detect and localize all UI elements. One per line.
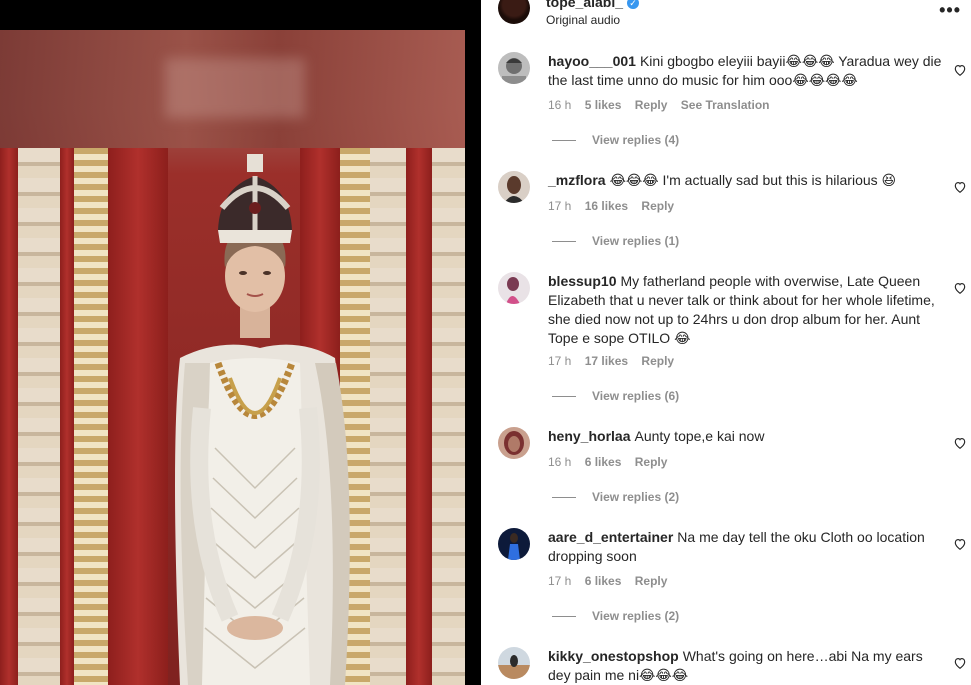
commenter-avatar[interactable] (498, 528, 530, 560)
like-heart-icon[interactable] (953, 656, 967, 670)
view-replies-button[interactable]: View replies (2) (552, 609, 679, 623)
wall-panel (0, 148, 18, 685)
replies-line (552, 616, 576, 618)
commenter-username[interactable]: _mzflora (548, 172, 606, 188)
avatar-image (498, 528, 530, 560)
original-audio-link[interactable]: Original audio (546, 13, 620, 27)
like-heart-icon[interactable] (953, 436, 967, 450)
comment-text-block: aare_d_entertainer Na me day tell the oku… (548, 528, 943, 566)
replies-line (552, 241, 576, 243)
pillar (74, 148, 108, 685)
wall-panel (60, 148, 74, 685)
comment-meta: 17 h 16 likes Reply (548, 199, 684, 213)
comment-time: 17 h (548, 199, 572, 213)
like-heart-icon[interactable] (953, 281, 967, 295)
comment-likes[interactable]: 17 likes (585, 354, 628, 368)
commenter-avatar[interactable] (498, 171, 530, 203)
author-username[interactable]: tope_alabi_ ✓ (546, 0, 640, 10)
comment-text-block: _mzflora 😂😂😂 I'm actually sad but this is… (548, 171, 943, 190)
pillar (18, 148, 60, 685)
avatar-image (498, 52, 530, 84)
comment-likes[interactable]: 5 likes (585, 98, 622, 112)
view-replies-label[interactable]: View replies (2) (592, 609, 679, 623)
commenter-avatar[interactable] (498, 272, 530, 304)
replies-line (552, 497, 576, 499)
reply-button[interactable]: Reply (641, 199, 674, 213)
post-media[interactable] (0, 0, 481, 685)
like-heart-icon[interactable] (953, 537, 967, 551)
comment-time: 16 h (548, 455, 572, 469)
comment-text-block: kikky_onestopshop What's going on here…ab… (548, 647, 943, 685)
reply-button[interactable]: Reply (635, 574, 668, 588)
view-replies-button[interactable]: View replies (2) (552, 490, 679, 504)
view-replies-label[interactable]: View replies (4) (592, 133, 679, 147)
avatar-image (498, 647, 530, 679)
comment-text: 😂😂😂 I'm actually sad but this is hilario… (609, 172, 897, 188)
comment-likes[interactable]: 6 likes (585, 574, 622, 588)
comment-time: 16 h (548, 98, 572, 112)
wall-panel (406, 148, 432, 685)
reply-button[interactable]: Reply (635, 98, 668, 112)
more-options-icon[interactable]: ••• (939, 0, 961, 21)
author-username-text[interactable]: tope_alabi_ (546, 0, 623, 10)
comment-text-block: heny_horlaa Aunty tope,e kai now (548, 427, 943, 446)
reply-button[interactable]: Reply (641, 354, 674, 368)
comment-time: 17 h (548, 354, 572, 368)
commenter-username[interactable]: heny_horlaa (548, 428, 630, 444)
post-header: tope_alabi_ ✓ Original audio ••• (481, 0, 971, 34)
author-avatar[interactable] (498, 0, 530, 24)
portrait-figure (175, 154, 350, 685)
comment-text: Aunty tope,e kai now (634, 428, 765, 444)
avatar-image (498, 171, 530, 203)
avatar-image (498, 272, 530, 304)
replies-line (552, 396, 576, 398)
comment-meta: 16 h 6 likes Reply (548, 455, 677, 469)
pillar (370, 148, 406, 685)
commenter-avatar[interactable] (498, 647, 530, 679)
comment-likes[interactable]: 16 likes (585, 199, 628, 213)
view-replies-label[interactable]: View replies (2) (592, 490, 679, 504)
view-replies-button[interactable]: View replies (6) (552, 389, 679, 403)
commenter-username[interactable]: kikky_onestopshop (548, 648, 679, 664)
replies-line (552, 140, 576, 142)
comments-panel[interactable]: tope_alabi_ ✓ Original audio ••• hayoo___… (481, 0, 971, 685)
comment-text-block: blessup10 My fatherland people with overw… (548, 272, 943, 348)
commenter-username[interactable]: aare_d_entertainer (548, 529, 673, 545)
comment-meta: 17 h 17 likes Reply (548, 354, 684, 368)
comment-meta: 17 h 6 likes Reply (548, 574, 677, 588)
view-replies-label[interactable]: View replies (1) (592, 234, 679, 248)
blurred-strip (165, 58, 305, 118)
commenter-avatar[interactable] (498, 427, 530, 459)
see-translation-button[interactable]: See Translation (681, 98, 770, 112)
view-replies-button[interactable]: View replies (1) (552, 234, 679, 248)
view-replies-button[interactable]: View replies (4) (552, 133, 679, 147)
like-heart-icon[interactable] (953, 180, 967, 194)
pillar (432, 148, 465, 685)
commenter-avatar[interactable] (498, 52, 530, 84)
comment-meta: 16 h 5 likes Reply See Translation (548, 98, 779, 112)
comment-likes[interactable]: 6 likes (585, 455, 622, 469)
post-image (0, 30, 465, 685)
reply-button[interactable]: Reply (635, 455, 668, 469)
comment-time: 17 h (548, 574, 572, 588)
commenter-username[interactable]: hayoo___001 (548, 53, 636, 69)
view-replies-label[interactable]: View replies (6) (592, 389, 679, 403)
comment-text-block: hayoo___001 Kini gbogbo eleyiii bayii😂😂😂 … (548, 52, 943, 90)
verified-badge-icon: ✓ (627, 0, 640, 9)
like-heart-icon[interactable] (953, 63, 967, 77)
avatar-image (498, 427, 530, 459)
commenter-username[interactable]: blessup10 (548, 273, 616, 289)
